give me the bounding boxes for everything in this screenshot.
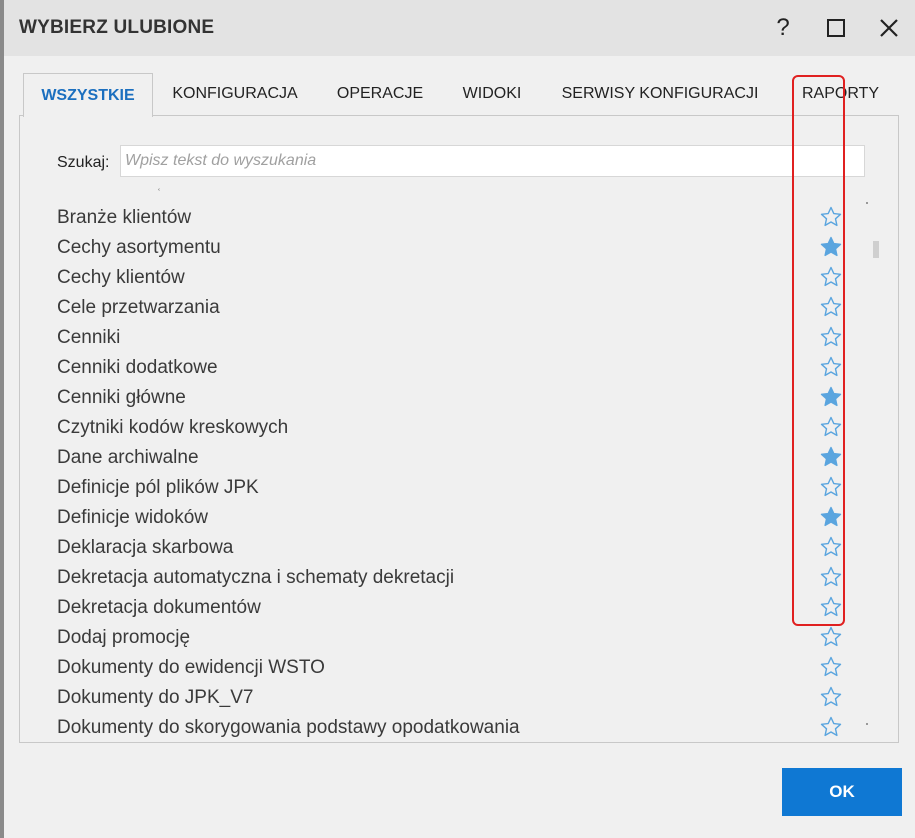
list-item-label: Branże klientów [57,207,192,228]
maximize-button[interactable] [819,12,853,44]
star-outline-icon[interactable] [820,626,842,648]
dialog-title: WYBIERZ ULUBIONE [19,17,215,38]
star-filled-icon[interactable] [820,386,842,408]
tab-serwisy-konfiguracji[interactable]: SERWISY KONFIGURACJI [555,73,765,115]
favorites-list: ʿ Branże klientów Cechy asortymentu Cechy … [20,184,880,742]
list-item[interactable]: Cechy klientów [20,262,880,292]
list-item[interactable]: Cenniki główne [20,382,880,412]
list-item-label: Cenniki [57,327,121,348]
list-item-label: Definicje pól plików JPK [57,477,259,498]
list-item[interactable]: Branże klientów [20,202,880,232]
help-icon: ? [776,14,790,41]
tab-operacje[interactable]: OPERACJE [330,73,430,115]
tab-raporty[interactable]: RAPORTY [793,73,888,115]
list-item-label: Dokumenty do skorygowania podstawy opoda… [57,717,520,738]
maximize-icon [827,19,845,37]
list-item[interactable]: Cenniki [20,322,880,352]
list-item[interactable]: Dokumenty do JPK_V7 [20,682,880,712]
tab-widoki[interactable]: WIDOKI [452,73,532,115]
list-item[interactable]: Dodaj promocję [20,622,880,652]
list-item-label: Deklaracja skarbowa [57,537,234,558]
list-item-label: Czytniki kodów kreskowych [57,417,289,438]
partial-list-item: ʿ [157,186,161,200]
list-item[interactable]: Deklaracja skarbowa [20,532,880,562]
scrollbar-thumb[interactable] [873,241,879,258]
list-item[interactable]: Dekretacja dokumentów [20,592,880,622]
list-item-label: Cele przetwarzania [57,297,220,318]
list-item[interactable]: Cechy asortymentu [20,232,880,262]
star-outline-icon[interactable] [820,266,842,288]
list-item-label: Cechy asortymentu [57,237,221,258]
list-item[interactable]: Czytniki kodów kreskowych [20,412,880,442]
star-outline-icon[interactable] [820,296,842,318]
list-item-label: Dokumenty do JPK_V7 [57,687,254,708]
star-filled-icon[interactable] [820,446,842,468]
list-item-label: Cenniki główne [57,387,186,408]
list-item[interactable]: Cenniki dodatkowe [20,352,880,382]
list-item[interactable]: Definicje pól plików JPK [20,472,880,502]
star-outline-icon[interactable] [820,206,842,228]
star-outline-icon[interactable] [820,656,842,678]
tab-panel: Szukaj: ʿ Branże klientów Cechy asortymen… [19,115,899,743]
close-button[interactable] [872,12,906,44]
search-input[interactable] [120,145,865,177]
star-outline-icon[interactable] [820,476,842,498]
list-item-label: Dekretacja automatyczna i schematy dekre… [57,567,455,588]
title-bar: WYBIERZ ULUBIONE ? [4,0,915,56]
close-icon [880,19,898,37]
star-outline-icon[interactable] [820,596,842,618]
scroll-down-arrow[interactable] [866,723,868,725]
ok-button[interactable]: OK [782,768,902,816]
star-outline-icon[interactable] [820,566,842,588]
list-item-label: Cechy klientów [57,267,185,288]
tab-konfiguracja[interactable]: KONFIGURACJA [160,73,310,115]
star-outline-icon[interactable] [820,536,842,558]
star-filled-icon[interactable] [820,506,842,528]
favorites-dialog: WYBIERZ ULUBIONE ? WSZYSTKIE KONFIGURACJ… [4,0,915,838]
list-item-label: Definicje widoków [57,507,209,528]
search-label: Szukaj: [57,154,110,171]
list-item-label: Dodaj promocję [57,627,191,648]
scroll-up-arrow[interactable] [866,202,868,204]
list-item[interactable]: Cele przetwarzania [20,292,880,322]
list-item-label: Dekretacja dokumentów [57,597,261,618]
star-outline-icon[interactable] [820,416,842,438]
list-item[interactable]: Dokumenty do ewidencji WSTO [20,652,880,682]
star-outline-icon[interactable] [820,686,842,708]
list-item-label: Dane archiwalne [57,447,199,468]
tab-bar: WSZYSTKIE KONFIGURACJA OPERACJE WIDOKI S… [20,73,900,117]
star-outline-icon[interactable] [820,356,842,378]
list-item[interactable]: Dekretacja automatyczna i schematy dekre… [20,562,880,592]
list-item-label: Cenniki dodatkowe [57,357,218,378]
star-outline-icon[interactable] [820,326,842,348]
list-item[interactable]: Dane archiwalne [20,442,880,472]
list-item-label: Dokumenty do ewidencji WSTO [57,657,325,678]
help-button[interactable]: ? [766,12,800,44]
tab-wszystkie[interactable]: WSZYSTKIE [23,73,153,117]
star-outline-icon[interactable] [820,716,842,738]
list-item[interactable]: Definicje widoków [20,502,880,532]
list-item[interactable]: Dokumenty do skorygowania podstawy opoda… [20,712,880,742]
star-filled-icon[interactable] [820,236,842,258]
